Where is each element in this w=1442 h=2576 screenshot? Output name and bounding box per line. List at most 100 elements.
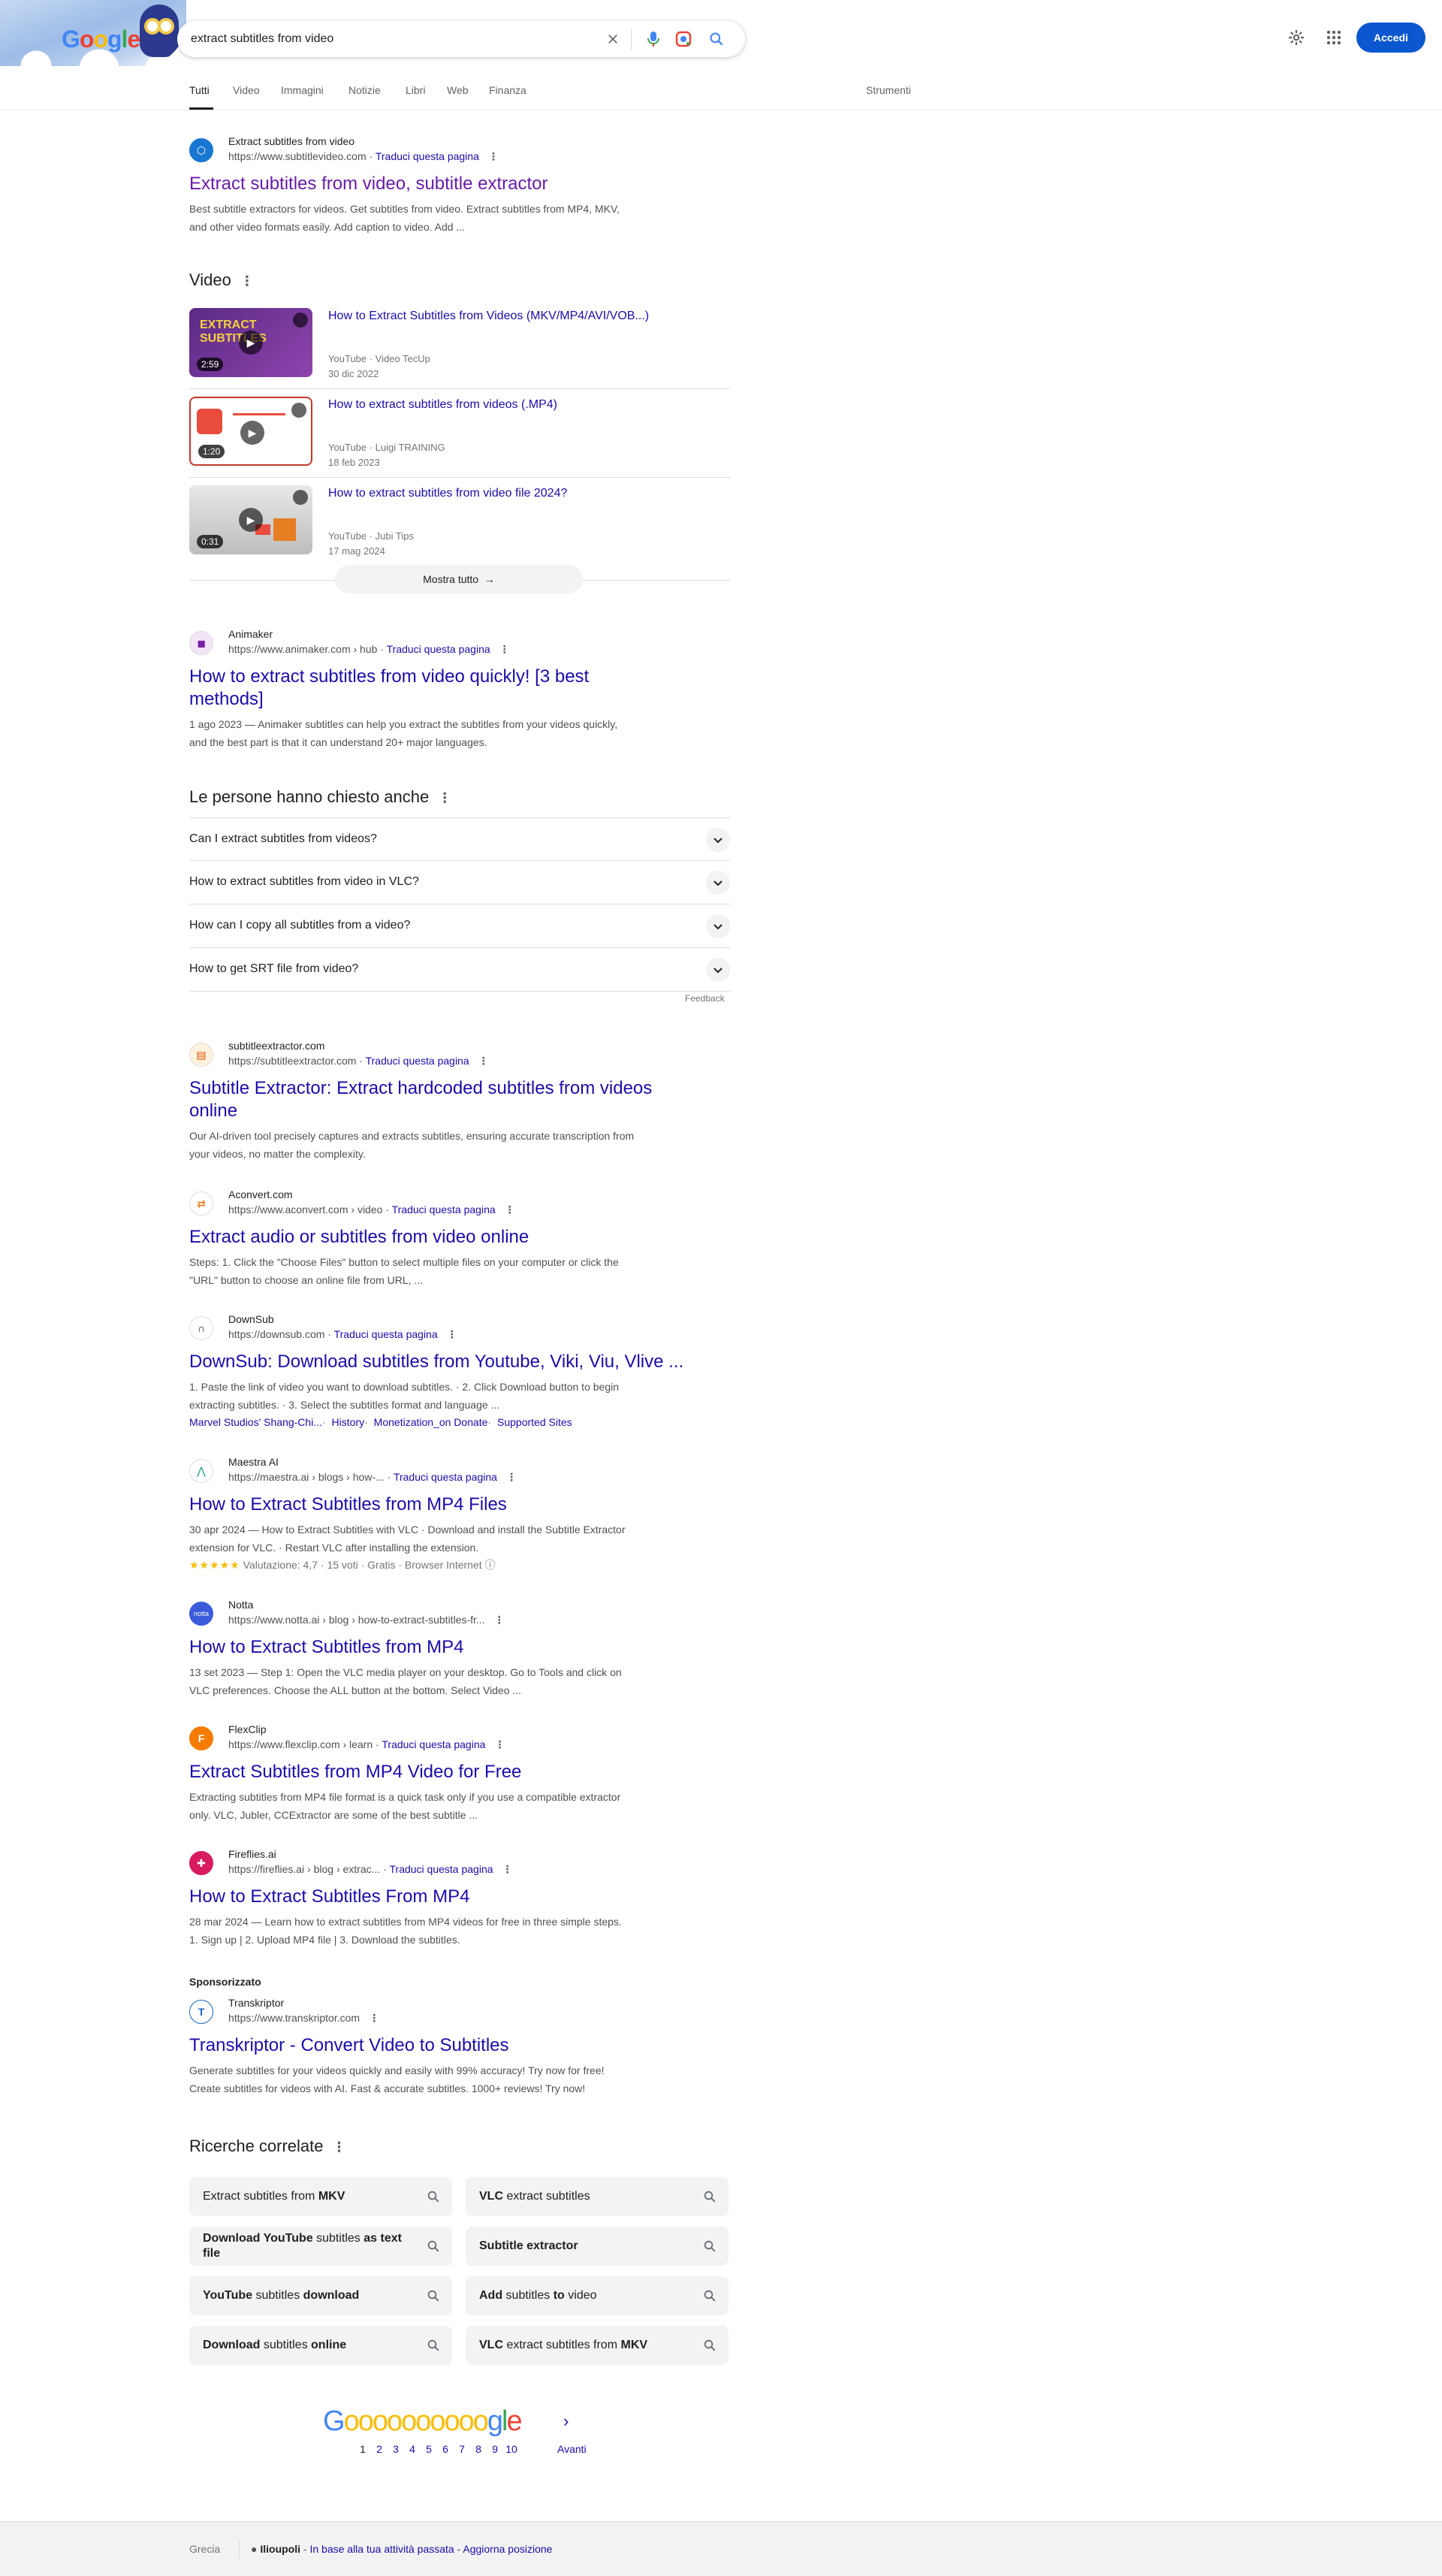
page-number[interactable]: 4 [404,2443,421,2455]
video-title-link[interactable]: How to extract subtitles from video file… [328,487,567,500]
result-url[interactable]: https://www.aconvert.com › video · Tradu… [228,1203,515,1216]
result-title-link[interactable]: Subtitle Extractor: Extract hardcoded su… [189,1077,730,1122]
related-search-chip[interactable]: Add subtitles to video [466,2276,729,2315]
feedback-link[interactable]: Feedback [685,993,725,1004]
more-options-icon[interactable]: ⋮ [494,1738,505,1751]
result-url[interactable]: https://maestra.ai › blogs › how-... · T… [228,1471,517,1484]
show-all-videos-button[interactable]: Mostra tutto → [335,565,583,593]
more-options-icon[interactable]: ⋮ [499,643,510,656]
page-number[interactable]: 5 [421,2443,437,2455]
search-box[interactable] [177,21,745,57]
page-number[interactable]: 6 [437,2443,454,2455]
page-number[interactable]: 10 [503,2443,520,2455]
more-options-icon[interactable]: ⋮ [506,1471,517,1484]
result-title-link[interactable]: How to Extract Subtitles from MP4 [189,1636,730,1659]
result-url[interactable]: https://www.flexclip.com › learn · Tradu… [228,1738,505,1751]
related-search-chip[interactable]: Extract subtitles from MKV [189,2177,452,2216]
translate-link[interactable]: Traduci questa pagina [387,643,490,655]
search-icon[interactable] [707,30,726,48]
translate-link[interactable]: Traduci questa pagina [382,1738,485,1750]
result-url[interactable]: https://downsub.com · Traduci questa pag… [228,1328,457,1341]
translate-link[interactable]: Traduci questa pagina [390,1863,493,1875]
related-search-chip[interactable]: YouTube subtitles download [189,2276,452,2315]
tab-tutti[interactable]: Tutti [189,84,213,110]
tools-button[interactable]: Strumenti [866,84,911,110]
translate-link[interactable]: Traduci questa pagina [366,1055,469,1067]
page-number[interactable]: 7 [454,2443,470,2455]
more-options-icon[interactable]: ⋮ [478,1055,489,1068]
more-options-icon[interactable]: ⋮ [494,1614,505,1626]
translate-link[interactable]: Traduci questa pagina [376,150,479,162]
tab-video[interactable]: Video [233,84,260,110]
related-search-chip[interactable]: Download subtitles online [189,2326,452,2365]
tab-libri[interactable]: Libri [406,84,425,110]
update-location-link[interactable]: Aggiorna posizione [463,2543,552,2555]
related-search-chip[interactable]: Download YouTube subtitles as text file [189,2227,452,2266]
result-url[interactable]: https://www.subtitlevideo.com · Traduci … [228,150,499,163]
paa-more-icon[interactable]: ⋮ [438,790,451,806]
settings-gear-icon[interactable] [1281,23,1311,53]
google-lens-icon[interactable] [674,30,692,48]
related-search-chip[interactable]: VLC extract subtitles from MKV [466,2326,729,2365]
result-title-link[interactable]: How to extract subtitles from video quic… [189,666,730,711]
more-options-icon[interactable]: ⋮ [502,1863,513,1876]
result-title-link[interactable]: Extract audio or subtitles from video on… [189,1226,730,1249]
activity-link[interactable]: In base alla tua attività passata [309,2543,454,2555]
paa-question[interactable]: How can I copy all subtitles from a vide… [189,904,730,948]
info-icon[interactable]: ⓘ [485,1559,496,1571]
video-title-link[interactable]: How to Extract Subtitles from Videos (MK… [328,310,649,323]
more-options-icon[interactable]: ⋮ [369,2012,379,2025]
translate-link[interactable]: Traduci questa pagina [334,1328,438,1340]
signin-button[interactable]: Accedi [1356,23,1425,53]
paa-question[interactable]: How to extract subtitles from video in V… [189,861,730,904]
translate-link[interactable]: Traduci questa pagina [394,1471,497,1483]
result-title-link[interactable]: How to Extract Subtitles from MP4 Files [189,1493,730,1516]
paa-question[interactable]: Can I extract subtitles from videos? [189,817,730,861]
video-item[interactable]: ▶ 1:20 How to extract subtitles from vid… [189,389,730,478]
more-options-icon[interactable]: ⋮ [447,1328,457,1341]
related-search-chip[interactable]: VLC extract subtitles [466,2177,729,2216]
chevron-right-icon[interactable]: › [563,2411,569,2431]
related-search-chip[interactable]: Subtitle extractor [466,2227,729,2266]
page-number[interactable]: 2 [371,2443,388,2455]
more-options-icon[interactable]: ⋮ [505,1203,515,1216]
video-thumbnail[interactable]: ▶ 1:20 [189,397,312,466]
tab-immagini[interactable]: Immagini [281,84,324,110]
search-input[interactable] [191,30,581,48]
apps-grid-icon[interactable] [1319,23,1349,53]
result-title-link[interactable]: Extract Subtitles from MP4 Video for Fre… [189,1761,730,1783]
result-url[interactable]: https://fireflies.ai › blog › extrac... … [228,1863,513,1876]
related-more-icon[interactable]: ⋮ [333,2140,346,2155]
video-title-link[interactable]: How to extract subtitles from videos (.M… [328,398,557,412]
microphone-icon[interactable] [644,30,662,48]
sitelink[interactable]: Monetization_on Donate [374,1416,488,1428]
result-title-link[interactable]: DownSub: Download subtitles from Youtube… [189,1351,730,1373]
paa-question[interactable]: How to get SRT file from video? [189,948,730,992]
more-options-icon[interactable]: ⋮ [488,150,499,163]
video-item[interactable]: EXTRACT SUBTITLES ▶ 2:59 How to Extract … [189,300,730,389]
result-url[interactable]: https://www.transkriptor.com ⋮ [228,2012,379,2025]
result-url[interactable]: https://subtitleextractor.com · Traduci … [228,1055,489,1068]
result-title-link[interactable]: Transkriptor - Convert Video to Subtitle… [189,2034,730,2057]
video-section-more-icon[interactable]: ⋮ [240,273,254,289]
page-number[interactable]: 3 [388,2443,404,2455]
video-thumbnail[interactable]: EXTRACT SUBTITLES ▶ 2:59 [189,308,312,377]
tab-web[interactable]: Web [447,84,469,110]
sitelink[interactable]: Marvel Studios' Shang-Chi... [189,1416,322,1428]
tab-notizie[interactable]: Notizie [348,84,381,110]
translate-link[interactable]: Traduci questa pagina [392,1203,496,1216]
result-title-link[interactable]: How to Extract Subtitles From MP4 [189,1886,730,1908]
next-page-link[interactable]: Avanti [557,2443,587,2455]
result-url[interactable]: https://www.animaker.com › hub · Traduci… [228,643,510,656]
video-item[interactable]: ▶ 0:31 How to extract subtitles from vid… [189,478,730,566]
page-number[interactable]: 9 [487,2443,503,2455]
tab-finanza[interactable]: Finanza [489,84,526,110]
result-title-link[interactable]: Extract subtitles from video, subtitle e… [189,173,730,195]
google-doodle[interactable]: Google [0,0,186,66]
video-thumbnail[interactable]: ▶ 0:31 [189,485,312,554]
sitelink[interactable]: History [332,1416,365,1428]
page-number[interactable]: 8 [470,2443,487,2455]
result-url[interactable]: https://www.notta.ai › blog › how-to-ext… [228,1614,505,1626]
clear-icon[interactable] [604,30,622,48]
sitelink[interactable]: Supported Sites [497,1416,572,1428]
